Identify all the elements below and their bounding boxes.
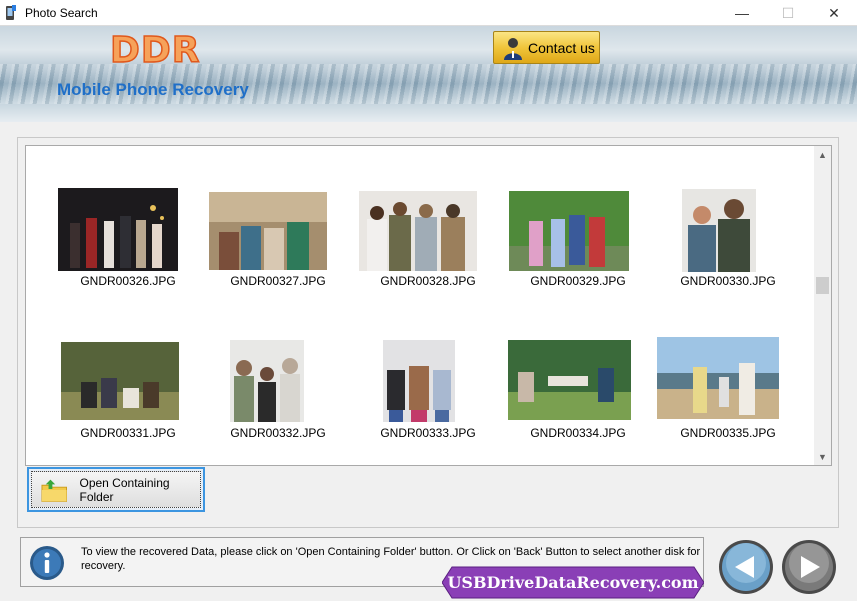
photo-item[interactable]: GNDR00332.JPG — [203, 336, 353, 456]
photo-thumbnail — [657, 337, 779, 419]
photo-thumbnail — [209, 192, 327, 270]
photo-item[interactable]: GNDR00330.JPG — [653, 186, 803, 306]
contact-person-icon — [504, 37, 522, 60]
photo-item[interactable]: GNDR00329.JPG — [503, 186, 653, 306]
watermark-text: USBDriveDataRecovery.com — [447, 573, 699, 592]
gallery-scrollbar[interactable]: ▲ ▼ — [814, 146, 831, 465]
photo-item[interactable]: GNDR00335.JPG — [653, 336, 803, 456]
photo-item[interactable]: GNDR00331.JPG — [53, 336, 203, 456]
scroll-thumb[interactable] — [816, 277, 829, 294]
maximize-button[interactable]: ☐ — [765, 0, 811, 26]
next-button[interactable] — [781, 539, 837, 595]
photo-item[interactable]: GNDR00334.JPG — [503, 336, 653, 456]
open-containing-folder-button[interactable]: Open Containing Folder — [27, 467, 205, 512]
minimize-button[interactable]: — — [719, 0, 765, 26]
header-banner: DDR Mobile Phone Recovery Contact us — [0, 26, 857, 122]
photo-gallery[interactable]: GNDR00326.JPG GNDR00327.JPG GNDR00328.JP… — [25, 145, 832, 466]
window-title: Photo Search — [25, 6, 98, 20]
photo-thumbnail — [508, 340, 631, 420]
photo-filename: GNDR00328.JPG — [380, 274, 476, 288]
photo-filename: GNDR00330.JPG — [680, 274, 776, 288]
open-containing-folder-face: Open Containing Folder — [31, 471, 201, 508]
ddr-logo: DDR — [109, 29, 201, 72]
open-containing-folder-label: Open Containing Folder — [79, 475, 170, 504]
photo-filename: GNDR00332.JPG — [230, 426, 326, 440]
photo-item[interactable]: GNDR00333.JPG — [353, 336, 503, 456]
photo-filename: GNDR00326.JPG — [80, 274, 176, 288]
photo-thumbnail — [383, 340, 455, 422]
product-subtitle: Mobile Phone Recovery — [57, 80, 249, 99]
photo-thumbnail — [61, 342, 179, 420]
photo-item[interactable]: GNDR00328.JPG — [353, 186, 503, 306]
website-watermark: USBDriveDataRecovery.com — [442, 566, 704, 599]
back-button[interactable] — [718, 539, 774, 595]
photo-item[interactable]: GNDR00327.JPG — [203, 186, 353, 306]
photo-thumbnail — [509, 191, 629, 271]
photo-filename: GNDR00335.JPG — [680, 426, 776, 440]
photo-item[interactable]: GNDR00326.JPG — [53, 186, 203, 306]
close-button[interactable]: ✕ — [811, 0, 857, 26]
photo-filename: GNDR00334.JPG — [530, 426, 626, 440]
app-icon — [6, 5, 16, 20]
photo-thumbnail — [359, 191, 477, 271]
scroll-up-arrow-icon[interactable]: ▲ — [814, 146, 831, 163]
photo-filename: GNDR00327.JPG — [230, 274, 326, 288]
folder-up-icon — [41, 479, 68, 502]
scroll-down-arrow-icon[interactable]: ▼ — [814, 448, 831, 465]
title-bar: Photo Search — ☐ ✕ — [0, 0, 857, 26]
photo-filename: GNDR00329.JPG — [530, 274, 626, 288]
photo-thumbnail — [682, 189, 756, 272]
info-icon — [30, 546, 64, 580]
contact-us-label: Contact us — [528, 39, 595, 56]
photo-filename: GNDR00333.JPG — [380, 426, 476, 440]
photo-filename: GNDR00331.JPG — [80, 426, 176, 440]
contact-us-button[interactable]: Contact us — [493, 31, 600, 64]
photo-thumbnail — [230, 340, 304, 422]
photo-thumbnail — [58, 188, 178, 271]
